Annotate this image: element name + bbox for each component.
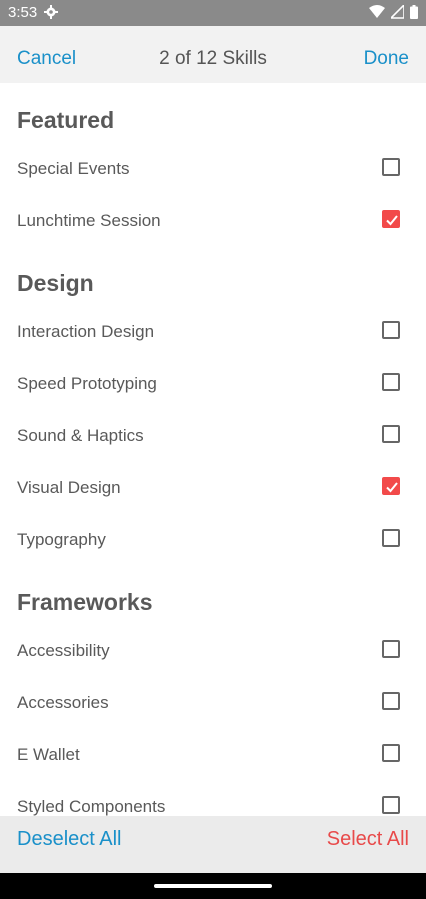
battery-icon <box>410 5 418 24</box>
list-item-label: Lunchtime Session <box>17 211 161 230</box>
checkbox[interactable] <box>382 796 400 814</box>
checkbox[interactable] <box>382 425 400 443</box>
section-title-frameworks: Frameworks <box>17 589 153 615</box>
system-navigation-bar <box>0 873 426 899</box>
cellular-signal-icon <box>389 3 405 24</box>
list-item-lunchtime-session[interactable]: Lunchtime Session <box>0 201 426 241</box>
navigation-bar: 2 of 12 Skills Cancel Done <box>0 26 426 83</box>
cancel-button[interactable]: Cancel <box>17 48 76 70</box>
list-item-sound-haptics[interactable]: Sound & Haptics <box>0 416 426 456</box>
list-item-styled-components[interactable]: Styled Components <box>0 787 426 816</box>
checkbox-checked[interactable] <box>382 210 400 228</box>
status-bar: 3:53 <box>0 0 426 26</box>
status-indicators <box>369 3 418 24</box>
list-item-typography[interactable]: Typography <box>0 520 426 560</box>
checkbox[interactable] <box>382 321 400 339</box>
list-item-speed-prototyping[interactable]: Speed Prototyping <box>0 364 426 404</box>
status-time: 3:53 <box>8 4 38 21</box>
home-gesture-handle[interactable] <box>154 884 272 888</box>
section-title-design: Design <box>17 270 94 296</box>
skills-list[interactable]: Featured Special Events Lunchtime Sessio… <box>0 83 426 816</box>
list-item-accessibility[interactable]: Accessibility <box>0 631 426 671</box>
list-item-label: Accessibility <box>17 641 110 660</box>
select-all-button[interactable]: Select All <box>327 828 409 851</box>
bottom-toolbar: Deselect All Select All <box>0 816 426 873</box>
list-item-accessories[interactable]: Accessories <box>0 683 426 723</box>
list-item-label: Sound & Haptics <box>17 426 144 445</box>
list-item-label: Interaction Design <box>17 322 155 341</box>
list-item-label: Accessories <box>17 693 109 712</box>
checkbox[interactable] <box>382 692 400 710</box>
checkbox[interactable] <box>382 373 400 391</box>
section-title-featured: Featured <box>17 107 115 133</box>
list-item-e-wallet[interactable]: E Wallet <box>0 735 426 775</box>
checkbox[interactable] <box>382 158 400 176</box>
deselect-all-button[interactable]: Deselect All <box>17 828 122 851</box>
list-item-interaction-design[interactable]: Interaction Design <box>0 312 426 352</box>
list-item-label: Styled Components <box>17 797 166 816</box>
wifi-icon <box>369 5 385 24</box>
list-item-label: Typography <box>17 530 106 549</box>
checkbox[interactable] <box>382 744 400 762</box>
list-item-label: Visual Design <box>17 478 121 497</box>
checkbox-checked[interactable] <box>382 477 400 495</box>
list-item-label: Special Events <box>17 159 130 178</box>
list-item-special-events[interactable]: Special Events <box>0 149 426 189</box>
checkbox[interactable] <box>382 529 400 547</box>
list-item-label: Speed Prototyping <box>17 374 157 393</box>
settings-gear-icon <box>44 5 58 24</box>
list-item-visual-design[interactable]: Visual Design <box>0 468 426 508</box>
checkbox[interactable] <box>382 640 400 658</box>
list-item-label: E Wallet <box>17 745 80 764</box>
done-button[interactable]: Done <box>364 48 409 70</box>
